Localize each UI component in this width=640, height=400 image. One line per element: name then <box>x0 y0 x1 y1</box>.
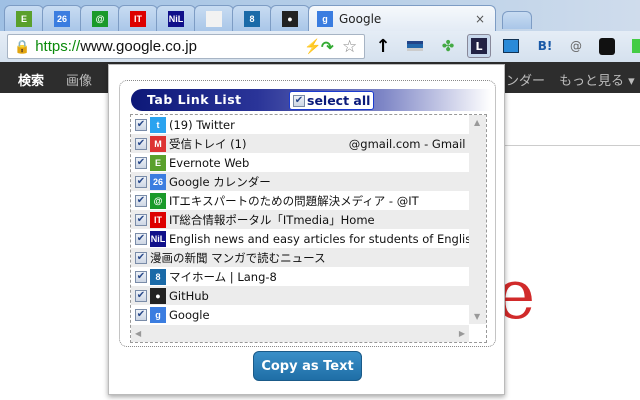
tab-link-title[interactable]: GitHub <box>169 289 209 303</box>
gbar-more[interactable]: もっと見る ▾ <box>559 70 635 89</box>
tab-link-title[interactable]: (19) Twitter <box>169 118 235 132</box>
url-host: www.google.co.jp <box>80 38 197 55</box>
hatena-bookmark-icon[interactable]: B! <box>535 36 555 56</box>
row-checkbox[interactable]: ✔ <box>135 118 147 131</box>
close-tab-icon[interactable]: × <box>475 12 485 26</box>
row-checkbox[interactable]: ✔ <box>135 251 147 264</box>
new-tab-button[interactable] <box>502 11 532 29</box>
list-item: ✔ @ ITエキスパートのための問題解決メディア - @IT <box>131 191 469 210</box>
list-item: ✔ 8 マイホーム | Lang-8 <box>131 267 469 286</box>
row-checkbox[interactable]: ✔ <box>135 232 147 245</box>
tab-list-panel: Tab Link List ✔ select all ✔ t (19) Twitter… <box>119 80 496 347</box>
green-extension-icon[interactable] <box>628 36 640 56</box>
list-item: ✔ g Google <box>131 305 469 324</box>
popup-title: Tab Link List <box>147 92 242 107</box>
tab-link-title[interactable]: マイホーム | Lang-8 <box>169 269 277 285</box>
list-item: ✔ NiL English news and easy articles for s… <box>131 229 469 248</box>
up-arrow-icon[interactable]: ↑ <box>373 36 393 57</box>
tab[interactable]: IT <box>118 5 158 31</box>
row-checkbox[interactable]: ✔ <box>135 194 147 207</box>
divider <box>505 145 640 146</box>
popup-header: Tab Link List ✔ select all <box>131 89 491 111</box>
select-all-label: select all <box>307 93 371 108</box>
list-item: ✔ 漫画の新聞 マンガで読むニュース <box>131 248 469 267</box>
itmedia-icon: IT <box>130 10 146 27</box>
tab-link-list-extension-icon[interactable]: L <box>467 34 491 58</box>
jar-extension-icon[interactable] <box>597 36 617 56</box>
url-scheme: https:// <box>35 38 81 55</box>
nil-icon: NiL <box>168 10 184 27</box>
tab-title: Google <box>339 11 382 26</box>
lang8-icon: 8 <box>244 10 260 27</box>
tab-link-title[interactable]: ITエキスパートのための問題解決メディア - @IT <box>169 193 419 209</box>
tab-active[interactable]: g Google × <box>308 5 496 31</box>
list-item: ✔ M 受信トレイ (1) @gmail.com - Gmail <box>131 134 469 153</box>
list-item: ✔ IT IT総合情報ポータル「ITmedia」Home <box>131 210 469 229</box>
nil-icon: NiL <box>150 230 166 247</box>
google-icon: g <box>317 10 333 27</box>
tab-link-title[interactable]: English news and easy articles for stude… <box>169 232 469 246</box>
screenshot-extension-icon[interactable] <box>501 36 521 56</box>
lang8-icon: 8 <box>150 268 166 285</box>
evernote-icon: E <box>16 10 32 27</box>
list-item: ✔ ● GitHub <box>131 286 469 305</box>
select-all-checkbox[interactable]: ✔ select all <box>289 91 375 110</box>
browser-toolbar: 🔒 https:// www.google.co.jp ⚡ ↷ ☆ ↑ ✤ L … <box>0 31 640 62</box>
list-item: ✔ 26 Google カレンダー <box>131 172 469 191</box>
copy-as-text-button[interactable]: Copy as Text <box>253 351 362 381</box>
tab-list: ✔ t (19) Twitter ✔ M 受信トレイ (1) @gmail.com - G… <box>130 114 487 343</box>
document-icon <box>206 10 222 27</box>
tab[interactable]: NiL <box>156 5 196 31</box>
row-checkbox[interactable]: ✔ <box>135 289 147 302</box>
tab-link-list-popup: Tab Link List ✔ select all ✔ t (19) Twitter… <box>108 64 505 395</box>
gmail-icon: M <box>150 135 166 152</box>
tab[interactable]: 26 <box>42 5 82 31</box>
redo-icon[interactable]: ↷ <box>321 38 334 56</box>
google-calendar-icon: 26 <box>150 173 166 190</box>
tab-link-title[interactable]: Google <box>169 308 210 322</box>
bookmark-star-icon[interactable]: ☆ <box>342 37 357 57</box>
list-item: ✔ t (19) Twitter <box>131 115 469 134</box>
menu-extension-icon[interactable] <box>405 36 425 56</box>
evernote-icon: E <box>150 154 166 171</box>
row-checkbox[interactable]: ✔ <box>135 270 147 283</box>
google-calendar-icon: 26 <box>54 10 70 27</box>
lock-icon: 🔒 <box>14 38 31 54</box>
tab[interactable]: E <box>4 5 44 31</box>
gbar-images[interactable]: 画像 <box>66 70 92 89</box>
tab-link-title[interactable]: 受信トレイ (1) @gmail.com - Gmail <box>169 136 465 152</box>
checkbox-icon: ✔ <box>293 94 305 107</box>
atmark-it-icon: @ <box>92 10 108 27</box>
clover-extension-icon[interactable]: ✤ <box>438 36 458 56</box>
tab-strip: E 26 @ IT NiL 8 ● g Google × <box>0 0 640 31</box>
twitter-icon: t <box>150 116 166 133</box>
atmark-it-icon: @ <box>150 192 166 209</box>
row-checkbox[interactable]: ✔ <box>135 308 147 321</box>
horizontal-scrollbar[interactable]: ◀ ▶ <box>131 325 469 342</box>
tab-link-title[interactable]: Google カレンダー <box>169 174 271 190</box>
gbar-search[interactable]: 検索 <box>18 70 44 89</box>
row-checkbox[interactable]: ✔ <box>135 213 147 226</box>
itmedia-icon: IT <box>150 211 166 228</box>
github-icon: ● <box>282 10 298 27</box>
row-checkbox[interactable]: ✔ <box>135 137 147 150</box>
tab-link-title[interactable]: 漫画の新聞 マンガで読むニュース <box>150 250 326 266</box>
list-item: ✔ E Evernote Web <box>131 153 469 172</box>
row-checkbox[interactable]: ✔ <box>135 175 147 188</box>
tab[interactable]: 8 <box>232 5 272 31</box>
tab[interactable]: @ <box>80 5 120 31</box>
vertical-scrollbar[interactable]: ▲ ▼ <box>469 115 486 324</box>
row-checkbox[interactable]: ✔ <box>135 156 147 169</box>
at-extension-icon[interactable]: @ <box>566 36 586 56</box>
tab-link-title[interactable]: IT総合情報ポータル「ITmedia」Home <box>169 212 375 228</box>
lightning-icon[interactable]: ⚡ <box>304 38 321 55</box>
github-icon: ● <box>150 287 166 304</box>
google-icon: g <box>150 306 166 323</box>
tab[interactable]: ● <box>270 5 310 31</box>
tab[interactable] <box>194 5 234 31</box>
tab-link-title[interactable]: Evernote Web <box>169 156 249 170</box>
gbar-calendar[interactable]: ンダー <box>506 70 545 89</box>
address-bar[interactable]: 🔒 https:// www.google.co.jp ⚡ ↷ ☆ <box>7 34 365 59</box>
